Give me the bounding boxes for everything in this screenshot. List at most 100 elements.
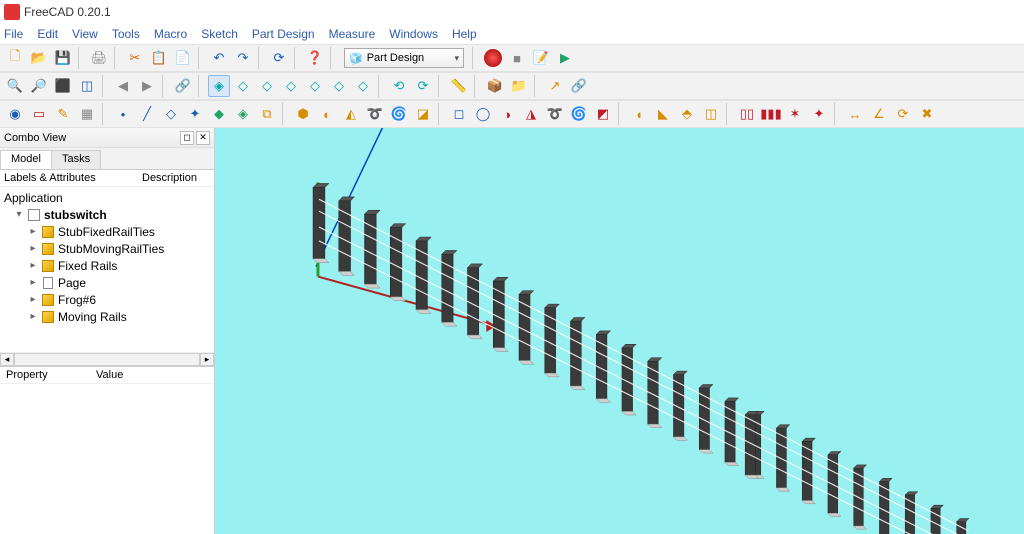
right-view-icon[interactable]: ◇ xyxy=(280,75,302,97)
linear-pattern-icon[interactable]: ▮▮▮ xyxy=(760,103,782,125)
draft-icon[interactable]: ⬘ xyxy=(676,103,698,125)
bottom-view-icon[interactable]: ◇ xyxy=(328,75,350,97)
body-icon[interactable]: ◉ xyxy=(4,103,26,125)
polar-pattern-icon[interactable]: ✶ xyxy=(784,103,806,125)
tree-root[interactable]: Application xyxy=(0,189,214,206)
whatsthis-icon[interactable]: ❓ xyxy=(304,47,326,69)
tab-model[interactable]: Model xyxy=(0,150,52,169)
sub-loft-icon[interactable]: ◮ xyxy=(520,103,542,125)
menu-help[interactable]: Help xyxy=(452,27,477,41)
mirror-icon[interactable]: ▯▯ xyxy=(736,103,758,125)
left-view-icon[interactable]: ◇ xyxy=(352,75,374,97)
tree-item[interactable]: ▸Page xyxy=(0,274,214,291)
iso-view-icon[interactable]: ◈ xyxy=(208,75,230,97)
scroll-right-icon[interactable]: ▸ xyxy=(200,353,214,366)
pocket-icon[interactable]: ◻ xyxy=(448,103,470,125)
macro-run-icon[interactable]: ▶ xyxy=(554,47,576,69)
datum-line-icon[interactable]: ╱ xyxy=(136,103,158,125)
combo-close-icon[interactable]: ✕ xyxy=(196,131,210,145)
datum-plane-icon[interactable]: ◇ xyxy=(160,103,182,125)
sub-prim-icon[interactable]: ◩ xyxy=(592,103,614,125)
expand-icon[interactable]: ▸ xyxy=(28,294,38,305)
rotate-left-icon[interactable]: ⟲ xyxy=(388,75,410,97)
scroll-track[interactable] xyxy=(14,353,200,366)
tree-item[interactable]: ▸StubFixedRailTies xyxy=(0,223,214,240)
subshapebinder-icon[interactable]: ◈ xyxy=(232,103,254,125)
tree-scrollbar[interactable]: ◂ ▸ xyxy=(0,352,214,366)
edit-sketch-icon[interactable]: ✎ xyxy=(52,103,74,125)
new-file-icon[interactable]: 🗋 xyxy=(4,47,26,69)
sketch-icon[interactable]: ▭ xyxy=(28,103,50,125)
combo-float-icon[interactable]: ◻ xyxy=(180,131,194,145)
menu-macro[interactable]: Macro xyxy=(154,27,187,41)
nav-fwd-icon[interactable]: ▶ xyxy=(136,75,158,97)
datum-cs-icon[interactable]: ✦ xyxy=(184,103,206,125)
menu-view[interactable]: View xyxy=(72,27,98,41)
part-icon[interactable]: 📦 xyxy=(484,75,506,97)
datum-point-icon[interactable]: • xyxy=(112,103,134,125)
open-file-icon[interactable]: 📂 xyxy=(28,47,50,69)
tree-item[interactable]: ▸Moving Rails xyxy=(0,308,214,325)
menu-tools[interactable]: Tools xyxy=(112,27,140,41)
front-view-icon[interactable]: ◇ xyxy=(232,75,254,97)
draw-style-icon[interactable]: ⬛ xyxy=(52,75,74,97)
rotate-right-icon[interactable]: ⟳ xyxy=(412,75,434,97)
clone-icon[interactable]: ⧉ xyxy=(256,103,278,125)
workbench-selector[interactable]: 🧊 Part Design ▾ xyxy=(344,48,464,68)
sweep-icon[interactable]: ➰ xyxy=(364,103,386,125)
menu-sketch[interactable]: Sketch xyxy=(201,27,238,41)
sub-sweep-icon[interactable]: ➰ xyxy=(544,103,566,125)
menu-file[interactable]: File xyxy=(4,27,23,41)
measure-refresh-icon[interactable]: ⟳ xyxy=(892,103,914,125)
group-icon[interactable]: 📁 xyxy=(508,75,530,97)
cut-icon[interactable]: ✂ xyxy=(124,47,146,69)
refresh-icon[interactable]: ⟳ xyxy=(268,47,290,69)
expand-icon[interactable]: ▸ xyxy=(28,277,38,288)
link-make-icon[interactable]: ↗ xyxy=(544,75,566,97)
tab-tasks[interactable]: Tasks xyxy=(51,150,101,169)
sub-helix-icon[interactable]: 🌀 xyxy=(568,103,590,125)
expand-icon[interactable]: ▸ xyxy=(28,243,38,254)
model-tree[interactable]: Application ▾ stubswitch ▸StubFixedRailT… xyxy=(0,187,214,352)
nav-back-icon[interactable]: ◀ xyxy=(112,75,134,97)
chamfer-icon[interactable]: ◣ xyxy=(652,103,674,125)
print-icon[interactable]: 🖨 xyxy=(88,47,110,69)
fit-all-icon[interactable]: 🔍 xyxy=(4,75,26,97)
undo-icon[interactable]: ↶ xyxy=(208,47,230,69)
tree-item[interactable]: ▸Fixed Rails xyxy=(0,257,214,274)
rear-view-icon[interactable]: ◇ xyxy=(304,75,326,97)
loft-icon[interactable]: ◭ xyxy=(340,103,362,125)
fillet-icon[interactable]: ◖ xyxy=(628,103,650,125)
save-icon[interactable]: 💾 xyxy=(52,47,74,69)
property-body[interactable] xyxy=(0,384,214,534)
measure-angular-icon[interactable]: ∠ xyxy=(868,103,890,125)
macro-record-icon[interactable] xyxy=(482,47,504,69)
macro-stop-icon[interactable]: ■ xyxy=(506,47,528,69)
expand-icon[interactable]: ▸ xyxy=(28,226,38,237)
shapebinder-icon[interactable]: ◆ xyxy=(208,103,230,125)
redo-icon[interactable]: ↷ xyxy=(232,47,254,69)
top-view-icon[interactable]: ◇ xyxy=(256,75,278,97)
multi-transform-icon[interactable]: ✦ xyxy=(808,103,830,125)
paste-icon[interactable]: 📄 xyxy=(172,47,194,69)
macro-edit-icon[interactable]: 📝 xyxy=(530,47,552,69)
expand-icon[interactable]: ▸ xyxy=(28,311,38,322)
menu-windows[interactable]: Windows xyxy=(389,27,438,41)
tree-item[interactable]: ▸Frog#6 xyxy=(0,291,214,308)
pad-icon[interactable]: ⬢ xyxy=(292,103,314,125)
link-icon[interactable]: 🔗 xyxy=(172,75,194,97)
menu-part-design[interactable]: Part Design xyxy=(252,27,315,41)
thickness-icon[interactable]: ◫ xyxy=(700,103,722,125)
helix-icon[interactable]: 🌀 xyxy=(388,103,410,125)
groove-icon[interactable]: ◑ xyxy=(496,103,518,125)
tree-doc[interactable]: ▾ stubswitch xyxy=(0,206,214,223)
3d-viewport[interactable] xyxy=(215,128,1024,534)
link-actions-icon[interactable]: 🔗 xyxy=(568,75,590,97)
revolve-icon[interactable]: ◐ xyxy=(316,103,338,125)
fit-selection-icon[interactable]: 🔎 xyxy=(28,75,50,97)
tree-item[interactable]: ▸StubMovingRailTies xyxy=(0,240,214,257)
additive-prim-icon[interactable]: ◪ xyxy=(412,103,434,125)
measure-linear-icon[interactable]: ↔ xyxy=(844,103,866,125)
measure-icon[interactable]: 📏 xyxy=(448,75,470,97)
hole-icon[interactable]: ◯ xyxy=(472,103,494,125)
